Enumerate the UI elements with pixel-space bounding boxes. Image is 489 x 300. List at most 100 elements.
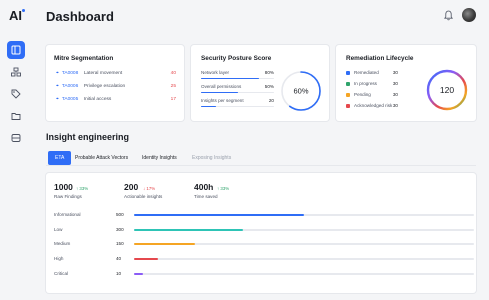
folder-icon bbox=[11, 113, 21, 120]
side-rail: AI bbox=[0, 0, 33, 300]
tab-identity-insights[interactable]: Identity Insights bbox=[135, 151, 184, 165]
app-logo[interactable]: AI bbox=[9, 8, 22, 23]
severity-label: Informational bbox=[54, 212, 81, 217]
severity-bar-track bbox=[134, 258, 474, 260]
posture-bar-fill bbox=[201, 92, 238, 94]
severity-row: Medium 150 bbox=[54, 241, 474, 247]
posture-row: Overall permissions 50% bbox=[201, 84, 274, 94]
page-title: Dashboard bbox=[46, 9, 114, 24]
tag-icon bbox=[11, 89, 21, 99]
severity-count: 300 bbox=[116, 227, 124, 232]
posture-bar-fill bbox=[201, 78, 260, 80]
legend-swatch bbox=[346, 81, 350, 86]
posture-row: Network layer 80% bbox=[201, 70, 274, 80]
mitre-label: Initial access bbox=[83, 96, 112, 102]
section-title: Insight engineering bbox=[46, 132, 130, 142]
bell-icon[interactable] bbox=[444, 10, 453, 21]
metric-delta: ↓ 17% bbox=[143, 185, 156, 191]
nav-database-button[interactable] bbox=[7, 129, 25, 147]
mitre-row[interactable]: ⌖ TA0008 Lateral movement 40 bbox=[56, 70, 176, 76]
posture-value: 80% bbox=[264, 70, 274, 75]
posture-label: Insights per segment bbox=[201, 98, 244, 103]
metric-label: Actionable insights bbox=[124, 194, 163, 199]
metric-delta: ↑ 33% bbox=[76, 185, 89, 191]
posture-label: Network layer bbox=[201, 70, 230, 75]
severity-count: 150 bbox=[116, 241, 124, 246]
insight-tabs: ETA Probable Attack Vectors Identity Ins… bbox=[46, 150, 476, 166]
metric-label: Raw Findings bbox=[54, 194, 82, 199]
remediation-row: Remediated 30 bbox=[346, 70, 398, 75]
nav-dashboard-button[interactable] bbox=[7, 41, 25, 59]
remediation-row: Pending 30 bbox=[346, 92, 398, 97]
user-avatar[interactable] bbox=[462, 8, 476, 22]
dashboard-icon bbox=[11, 45, 21, 55]
mitre-row[interactable]: ⌖ TA0006 Privilege escalation 25 bbox=[56, 83, 176, 89]
posture-bar-track bbox=[201, 92, 274, 94]
severity-label: Low bbox=[54, 227, 63, 232]
crosshair-icon: ⌖ bbox=[56, 70, 59, 76]
mitre-code: TA0008 bbox=[61, 70, 79, 76]
mitre-value: 40 bbox=[170, 70, 176, 76]
posture-bar-track bbox=[201, 106, 274, 108]
logo-dot bbox=[22, 9, 25, 12]
severity-row: Informational 500 bbox=[54, 212, 474, 218]
posture-row: Insights per segment 20 bbox=[201, 98, 274, 108]
severity-count: 40 bbox=[116, 256, 122, 261]
severity-count: 500 bbox=[116, 212, 124, 217]
mitre-label: Lateral movement bbox=[83, 70, 123, 76]
severity-bar-track bbox=[134, 273, 474, 275]
severity-bar-fill bbox=[134, 229, 243, 231]
tab-exposing-insights[interactable]: Exposing Insights bbox=[185, 151, 238, 165]
nav-network-button[interactable] bbox=[7, 63, 25, 81]
severity-row: Low 300 bbox=[54, 227, 474, 233]
severity-bar-fill bbox=[134, 214, 304, 216]
remediation-row: Acknowledged risk 30 bbox=[346, 103, 398, 108]
posture-score-text: 60% bbox=[293, 87, 308, 96]
severity-label: Medium bbox=[54, 241, 71, 246]
posture-value: 50% bbox=[264, 84, 274, 89]
posture-bar-track bbox=[201, 78, 274, 80]
severity-bar-fill bbox=[134, 258, 158, 260]
nav-folder-button[interactable] bbox=[7, 107, 25, 125]
posture-label: Overall permissions bbox=[201, 84, 242, 89]
severity-label: High bbox=[54, 256, 64, 261]
legend-swatch bbox=[346, 92, 350, 97]
posture-bar-fill bbox=[201, 106, 216, 108]
remediation-label: Acknowledged risk bbox=[354, 103, 393, 108]
remediation-donut: 120 bbox=[426, 69, 468, 111]
remediation-total: 120 bbox=[440, 85, 454, 95]
remediation-card-title: Remediation Lifecycle bbox=[346, 55, 414, 62]
metric-value: 1000 bbox=[54, 182, 73, 192]
mitre-value: 17 bbox=[170, 96, 176, 102]
mitre-card-title: Mitre Segmentation bbox=[54, 55, 114, 62]
remediation-value: 30 bbox=[392, 103, 398, 108]
tab-probable-attack-vectors[interactable]: Probable Attack Vectors bbox=[68, 151, 135, 165]
metric-label: Time saved bbox=[194, 194, 218, 199]
mitre-row[interactable]: ⌖ TA0005 Initial access 17 bbox=[56, 96, 176, 102]
legend-swatch bbox=[346, 103, 350, 108]
remediation-card: Remediation Lifecycle Remediated 30 In p… bbox=[336, 45, 476, 121]
mitre-code: TA0006 bbox=[61, 83, 79, 89]
remediation-value: 30 bbox=[392, 70, 398, 75]
severity-bar-track bbox=[134, 229, 474, 231]
severity-count: 10 bbox=[116, 271, 122, 276]
severity-bar-track bbox=[134, 214, 474, 216]
security-posture-card: Security Posture Score Network layer 80%… bbox=[191, 45, 329, 121]
remediation-value: 30 bbox=[392, 81, 398, 86]
metric-value: 400h bbox=[194, 182, 214, 192]
posture-value: 20 bbox=[268, 98, 274, 103]
mitre-value: 25 bbox=[170, 83, 176, 89]
severity-bar-fill bbox=[134, 273, 143, 275]
severity-bar-track bbox=[134, 243, 474, 245]
mitre-segmentation-card: Mitre Segmentation ⌖ TA0008 Lateral move… bbox=[46, 45, 184, 121]
database-icon bbox=[11, 134, 21, 142]
remediation-value: 30 bbox=[392, 92, 398, 97]
severity-bar-fill bbox=[134, 243, 196, 245]
posture-score-gauge: 60% bbox=[281, 71, 321, 111]
severity-label: Critical bbox=[54, 271, 69, 276]
posture-card-title: Security Posture Score bbox=[201, 55, 272, 62]
remediation-row: In progress 30 bbox=[346, 81, 398, 86]
nav-tags-button[interactable] bbox=[7, 85, 25, 103]
crosshair-icon: ⌖ bbox=[56, 83, 59, 89]
legend-swatch bbox=[346, 70, 350, 75]
